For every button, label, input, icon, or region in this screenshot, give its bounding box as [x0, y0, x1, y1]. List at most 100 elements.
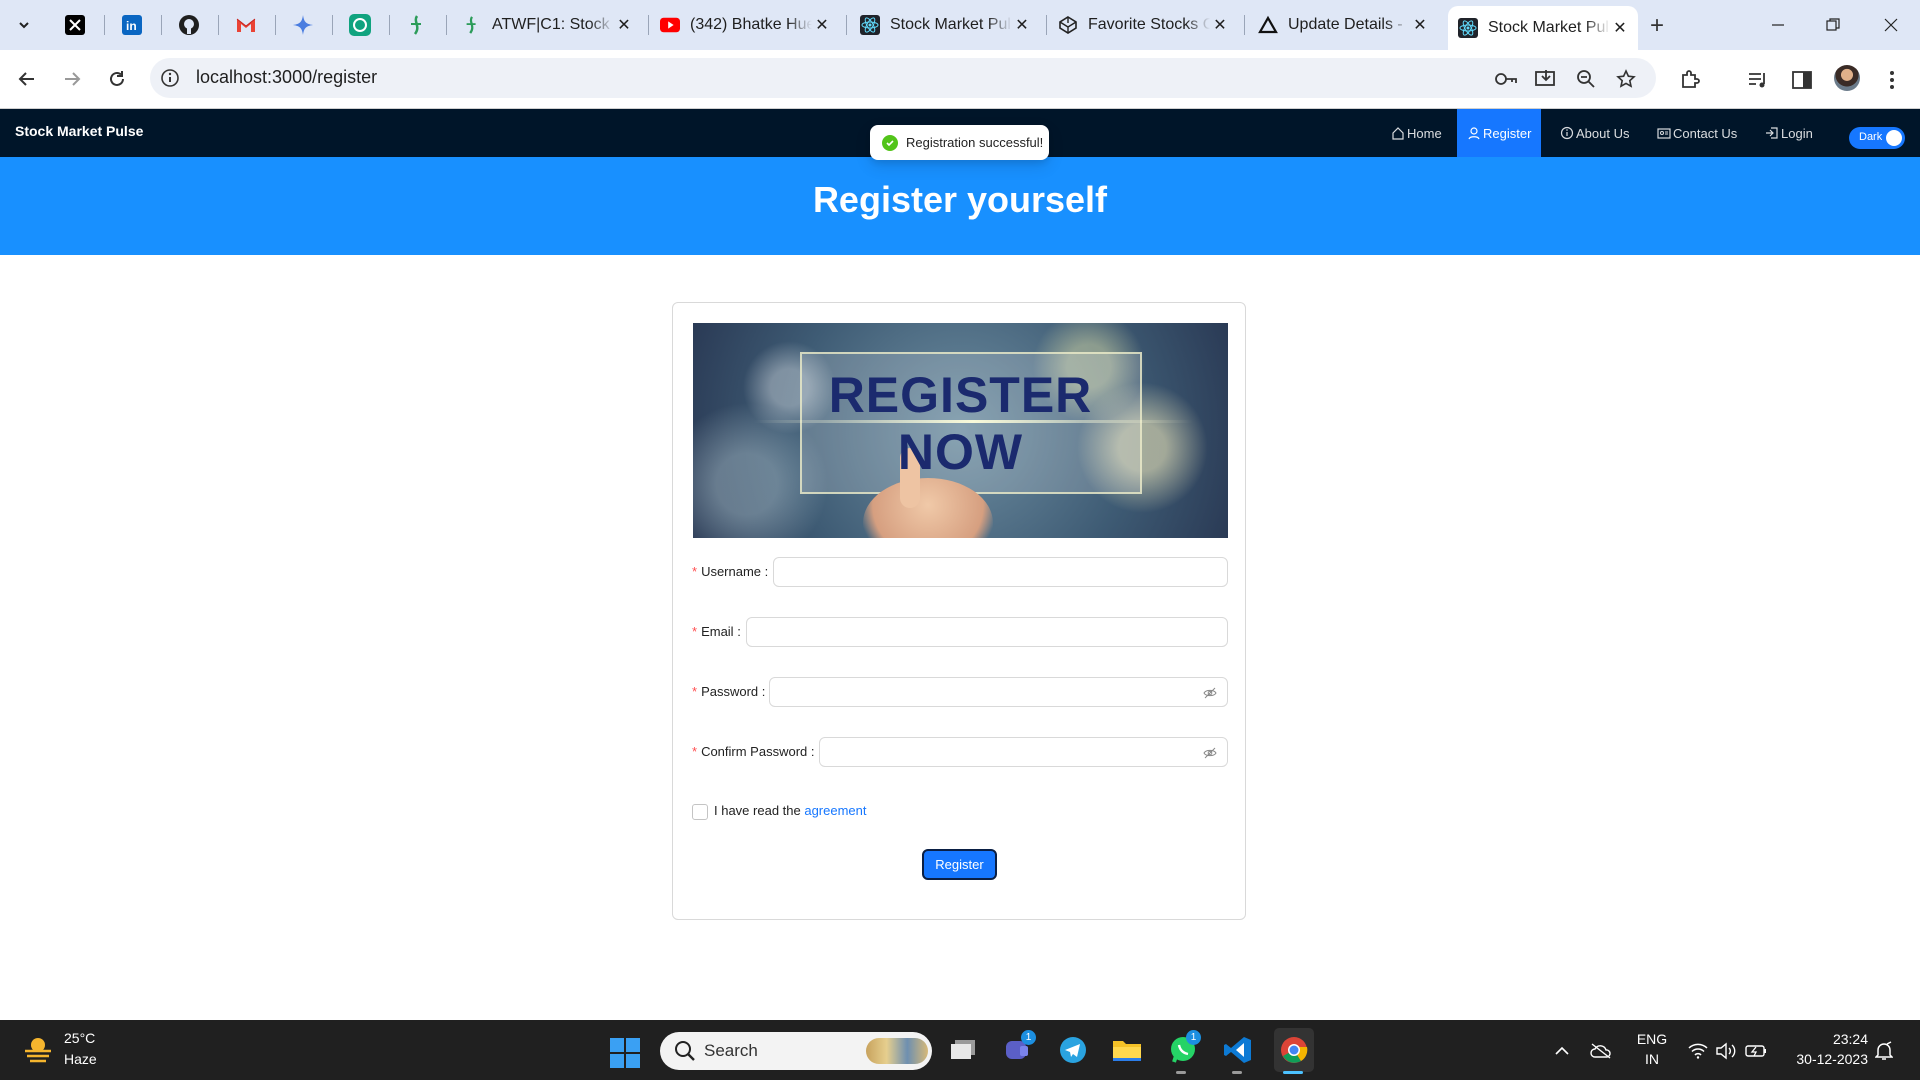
email-input[interactable] — [746, 617, 1228, 647]
tab-separator — [275, 15, 276, 35]
close-window-icon[interactable] — [1868, 10, 1914, 40]
whatsapp-badge: 1 — [1186, 1030, 1201, 1045]
username-label: * Username : — [692, 564, 769, 579]
file-explorer-icon[interactable] — [1110, 1033, 1144, 1067]
volume-icon[interactable] — [1715, 1040, 1737, 1062]
site-info-icon[interactable] — [160, 68, 180, 88]
tab-title: (342) Bhatke Hue — [690, 16, 812, 33]
gemini-icon[interactable] — [288, 10, 318, 40]
language-indicator-bottom[interactable]: IN — [1635, 1051, 1669, 1067]
browser-tab[interactable]: Stock Market Pul ✕ — [850, 8, 1040, 42]
close-tab-icon[interactable]: ✕ — [1610, 18, 1630, 38]
language-indicator-top[interactable]: ENG — [1635, 1031, 1669, 1047]
youtube-icon — [660, 15, 680, 35]
close-tab-icon[interactable]: ✕ — [1012, 15, 1032, 35]
weather-haze-icon[interactable] — [22, 1033, 54, 1065]
clock-time[interactable]: 23:24 — [1770, 1031, 1868, 1047]
onedrive-offline-icon[interactable] — [1590, 1040, 1612, 1062]
vscode-icon[interactable] — [1221, 1033, 1255, 1067]
nav-contact-label: Contact Us — [1673, 125, 1738, 141]
nav-login[interactable]: Login — [1755, 109, 1823, 157]
taskbar-search[interactable]: Search — [660, 1032, 932, 1070]
agreement-prefix: I have read the — [714, 803, 805, 818]
tab-title: ATWF|C1: Stock M — [492, 16, 614, 33]
weather-temperature[interactable]: 25°C — [64, 1030, 95, 1046]
eye-invisible-icon[interactable] — [1203, 746, 1217, 760]
install-app-icon[interactable] — [1535, 68, 1557, 90]
forward-arrow-icon[interactable] — [57, 64, 87, 94]
nav-home[interactable]: Home — [1381, 109, 1452, 157]
task-view-icon[interactable] — [946, 1033, 980, 1067]
required-asterisk: * — [692, 564, 698, 579]
register-submit-button[interactable]: Register — [922, 849, 997, 880]
zoom-icon[interactable] — [1575, 68, 1597, 90]
reload-icon[interactable] — [102, 64, 132, 94]
tab-separator — [161, 15, 162, 35]
battery-charging-icon[interactable] — [1745, 1040, 1767, 1062]
gmail-icon[interactable] — [231, 10, 261, 40]
confirm-password-label: * Confirm Password : — [692, 744, 815, 759]
toggle-knob — [1886, 130, 1902, 146]
eye-invisible-icon[interactable] — [1203, 686, 1217, 700]
chrome-active-indicator — [1283, 1071, 1303, 1074]
tab-search-chevron-icon[interactable] — [10, 12, 38, 38]
restore-icon[interactable] — [1810, 10, 1856, 40]
address-bar[interactable]: localhost:3000/register — [150, 58, 1656, 98]
linkedin-icon[interactable]: in — [117, 10, 147, 40]
agreement-checkbox[interactable] — [692, 804, 708, 820]
tab-separator — [446, 15, 447, 35]
browser-tab[interactable]: ATWF|C1: Stock M ✕ — [452, 8, 642, 42]
chatgpt-icon[interactable] — [345, 10, 375, 40]
x-icon[interactable] — [60, 10, 90, 40]
tab-title: Favorite Stocks C — [1088, 16, 1210, 33]
page-title: Register yourself — [812, 179, 1108, 220]
browser-tab[interactable]: (342) Bhatke Hue ✕ — [650, 8, 840, 42]
dark-mode-toggle[interactable]: Dark — [1849, 127, 1905, 149]
password-key-icon[interactable] — [1495, 68, 1517, 90]
deep-learning-icon — [462, 15, 482, 35]
close-tab-icon[interactable]: ✕ — [812, 15, 832, 35]
deep-learning-icon[interactable] — [402, 10, 432, 40]
url-text[interactable]: localhost:3000/register — [196, 67, 377, 88]
extensions-icon[interactable] — [1678, 68, 1702, 92]
windows-start-icon[interactable] — [610, 1038, 640, 1068]
bookmark-star-icon[interactable] — [1615, 68, 1637, 90]
nav-contact[interactable]: Contact Us — [1647, 109, 1747, 157]
side-panel-icon[interactable] — [1790, 68, 1814, 92]
react-icon — [1458, 18, 1478, 38]
new-tab-icon[interactable]: + — [1650, 12, 1664, 40]
codepen-icon — [1058, 15, 1078, 35]
home-icon — [1392, 127, 1404, 140]
vercel-icon — [1258, 15, 1278, 35]
clock-date[interactable]: 30-12-2023 — [1770, 1051, 1868, 1067]
telegram-icon[interactable] — [1056, 1033, 1090, 1067]
confirm-password-input[interactable] — [819, 737, 1228, 767]
brand-title[interactable]: Stock Market Pulse — [15, 123, 143, 139]
agreement-link[interactable]: agreement — [804, 803, 866, 818]
close-tab-icon[interactable]: ✕ — [1410, 15, 1430, 35]
show-hidden-icons-chevron-icon[interactable] — [1551, 1040, 1573, 1062]
browser-tab[interactable]: Favorite Stocks C ✕ — [1048, 8, 1238, 42]
username-input[interactable] — [773, 557, 1228, 587]
password-input[interactable] — [769, 677, 1228, 707]
nav-register[interactable]: Register — [1457, 109, 1542, 157]
page-banner: Register yourself — [0, 157, 1920, 255]
weather-description[interactable]: Haze — [64, 1051, 97, 1067]
media-playlist-icon[interactable] — [1746, 68, 1770, 92]
nav-about[interactable]: About Us — [1550, 109, 1639, 157]
chrome-icon[interactable] — [1274, 1028, 1314, 1072]
tab-separator — [1244, 15, 1245, 35]
minimize-icon[interactable] — [1755, 10, 1801, 40]
notification-bell-icon[interactable] — [1873, 1040, 1895, 1062]
browser-menu-icon[interactable] — [1880, 68, 1904, 92]
close-tab-icon[interactable]: ✕ — [614, 15, 634, 35]
browser-tab-active[interactable]: Stock Market Pul ✕ — [1448, 6, 1638, 50]
wifi-icon[interactable] — [1687, 1040, 1709, 1062]
profile-avatar[interactable] — [1834, 65, 1860, 91]
back-arrow-icon[interactable] — [12, 64, 42, 94]
close-tab-icon[interactable]: ✕ — [1210, 15, 1230, 35]
nav-about-label: About Us — [1576, 125, 1630, 141]
confirm-password-label-text: Confirm Password — [701, 744, 808, 759]
browser-tab[interactable]: Update Details - ✕ — [1248, 8, 1438, 42]
github-icon[interactable] — [174, 10, 204, 40]
